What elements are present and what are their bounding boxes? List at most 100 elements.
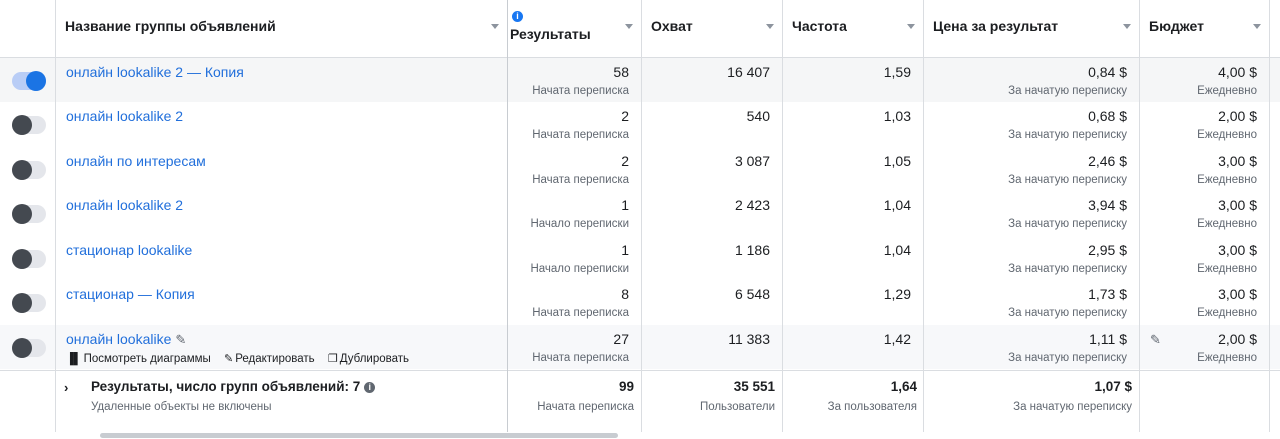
ad-set-name-link[interactable]: онлайн lookalike 2 bbox=[66, 108, 183, 124]
table-row[interactable]: онлайн lookalike 2 — Копия 58 Начата пер… bbox=[0, 58, 1280, 102]
results-value: 1 bbox=[621, 197, 629, 213]
budget-value[interactable]: 3,00 $ bbox=[1218, 153, 1257, 169]
column-header-budget[interactable]: Бюджет bbox=[1139, 0, 1269, 57]
reach-value: 6 548 bbox=[734, 286, 770, 302]
summary-results-value: 99 bbox=[618, 379, 634, 394]
info-icon[interactable]: i bbox=[364, 382, 376, 393]
pencil-icon[interactable]: ✎ bbox=[1150, 332, 1161, 348]
horizontal-scrollbar[interactable] bbox=[0, 432, 1280, 439]
budget-label: Ежедневно bbox=[1197, 218, 1257, 230]
sort-arrow-icon[interactable] bbox=[766, 24, 774, 29]
column-header-cost[interactable]: Цена за результат bbox=[923, 0, 1139, 57]
frequency-value: 1,29 bbox=[883, 286, 911, 302]
sort-arrow-icon[interactable] bbox=[1123, 24, 1131, 29]
sort-arrow-icon[interactable] bbox=[625, 24, 633, 29]
budget-value[interactable]: 2,00 $ bbox=[1218, 331, 1257, 347]
toggle-knob bbox=[12, 293, 32, 313]
budget-value[interactable]: 4,00 $ bbox=[1218, 64, 1257, 80]
column-divider bbox=[641, 0, 642, 432]
table-row[interactable]: онлайн lookalike 2 2 Начата переписка 54… bbox=[0, 102, 1280, 146]
toggle-knob bbox=[12, 160, 32, 180]
chevron-right-icon[interactable]: › bbox=[64, 380, 68, 395]
results-label: Начало переписки bbox=[530, 218, 629, 230]
results-label: Начата переписка bbox=[532, 307, 629, 319]
ad-set-name-link[interactable]: стационар lookalike bbox=[66, 242, 192, 258]
cost-label: За начатую переписку bbox=[1008, 85, 1127, 97]
column-divider bbox=[507, 0, 508, 432]
ad-set-name-text[interactable]: онлайн lookalike bbox=[66, 331, 171, 347]
cost-value: 1,73 $ bbox=[1088, 286, 1127, 302]
table-row[interactable]: стационар lookalike 1 Начало переписки 1… bbox=[0, 236, 1280, 280]
edit-label: Редактировать bbox=[235, 353, 315, 365]
ad-set-toggle[interactable] bbox=[12, 160, 46, 180]
ad-set-toggle[interactable] bbox=[12, 115, 46, 135]
cost-label: За начатую переписку bbox=[1008, 352, 1127, 364]
pencil-icon[interactable]: ✎ bbox=[175, 332, 186, 348]
ad-set-name-link[interactable]: онлайн по интересам bbox=[66, 153, 206, 169]
frequency-value: 1,05 bbox=[883, 153, 911, 169]
ad-set-toggle[interactable] bbox=[12, 338, 46, 358]
edit-action[interactable]: ✎ Редактировать bbox=[224, 353, 315, 365]
budget-value[interactable]: 3,00 $ bbox=[1218, 197, 1257, 213]
column-header-frequency-label: Частота bbox=[792, 18, 847, 34]
pencil-icon: ✎ bbox=[223, 353, 234, 365]
scrollbar-thumb[interactable] bbox=[100, 433, 618, 438]
sort-arrow-icon[interactable] bbox=[491, 24, 499, 29]
results-value: 2 bbox=[621, 108, 629, 124]
column-header-reach[interactable]: Охват bbox=[641, 0, 782, 57]
column-header-name[interactable]: Название группы объявлений bbox=[55, 0, 507, 57]
budget-label: Ежедневно bbox=[1197, 307, 1257, 319]
toggle-knob bbox=[26, 71, 46, 91]
ad-set-toggle[interactable] bbox=[12, 71, 46, 91]
cost-value: 3,94 $ bbox=[1088, 197, 1127, 213]
ad-set-name-link[interactable]: онлайн lookalike ✎ bbox=[66, 331, 186, 348]
summary-frequency-value: 1,64 bbox=[890, 379, 917, 394]
results-label: Начало переписки bbox=[530, 263, 629, 275]
view-charts-action[interactable]: ▐▌ Посмотреть диаграммы bbox=[66, 353, 211, 365]
ad-set-toggle[interactable] bbox=[12, 293, 46, 313]
row-actions: ▐▌ Посмотреть диаграммы ✎ Редактировать ❐ Д… bbox=[66, 352, 419, 365]
column-divider bbox=[1269, 0, 1270, 432]
results-label: Начата переписка bbox=[532, 352, 629, 364]
results-value: 2 bbox=[621, 153, 629, 169]
results-label: Начата переписка bbox=[532, 85, 629, 97]
results-label: Начата переписка bbox=[532, 129, 629, 141]
budget-value[interactable]: 2,00 $ bbox=[1218, 108, 1257, 124]
frequency-value: 1,59 bbox=[883, 64, 911, 80]
sort-arrow-icon[interactable] bbox=[907, 24, 915, 29]
frequency-value: 1,42 bbox=[883, 331, 911, 347]
column-header-cost-label: Цена за результат bbox=[933, 18, 1059, 34]
ad-set-name-link[interactable]: стационар — Копия bbox=[66, 286, 195, 302]
column-header-results[interactable]: i Результаты bbox=[507, 0, 641, 57]
results-value: 1 bbox=[621, 242, 629, 258]
summary-reach-label: Пользователи bbox=[699, 401, 775, 413]
summary-title-text: Результаты, число групп объявлений: 7 bbox=[91, 379, 361, 394]
budget-value[interactable]: 3,00 $ bbox=[1218, 286, 1257, 302]
ad-set-name-link[interactable]: онлайн lookalike 2 bbox=[66, 197, 183, 213]
ad-set-toggle[interactable] bbox=[12, 204, 46, 224]
budget-value[interactable]: 3,00 $ bbox=[1218, 242, 1257, 258]
toggle-knob bbox=[12, 115, 32, 135]
toggle-knob bbox=[12, 249, 32, 269]
column-header-frequency[interactable]: Частота bbox=[782, 0, 923, 57]
table-row[interactable]: стационар — Копия 8 Начата переписка 6 5… bbox=[0, 280, 1280, 324]
table-row[interactable]: онлайн lookalike ✎ ▐▌ Посмотреть диаграммы… bbox=[0, 325, 1280, 369]
column-divider bbox=[782, 0, 783, 432]
duplicate-action[interactable]: ❐ Дублировать bbox=[328, 353, 409, 365]
summary-cost-value: 1,07 $ bbox=[1094, 379, 1132, 394]
results-value: 27 bbox=[613, 331, 629, 347]
budget-label: Ежедневно bbox=[1197, 352, 1257, 364]
results-label: Начата переписка bbox=[532, 174, 629, 186]
cost-value: 0,84 $ bbox=[1088, 64, 1127, 80]
table-row[interactable]: онлайн по интересам 2 Начата переписка 3… bbox=[0, 147, 1280, 191]
column-divider bbox=[923, 0, 924, 432]
sort-arrow-icon[interactable] bbox=[1253, 24, 1261, 29]
column-header-name-label: Название группы объявлений bbox=[65, 18, 276, 34]
ad-set-name-link[interactable]: онлайн lookalike 2 — Копия bbox=[66, 64, 244, 80]
frequency-value: 1,04 bbox=[883, 197, 911, 213]
info-icon[interactable]: i bbox=[512, 11, 523, 22]
table-row[interactable]: онлайн lookalike 2 1 Начало переписки 2 … bbox=[0, 191, 1280, 235]
budget-label: Ежедневно bbox=[1197, 85, 1257, 97]
ad-set-toggle[interactable] bbox=[12, 249, 46, 269]
frequency-value: 1,03 bbox=[883, 108, 911, 124]
